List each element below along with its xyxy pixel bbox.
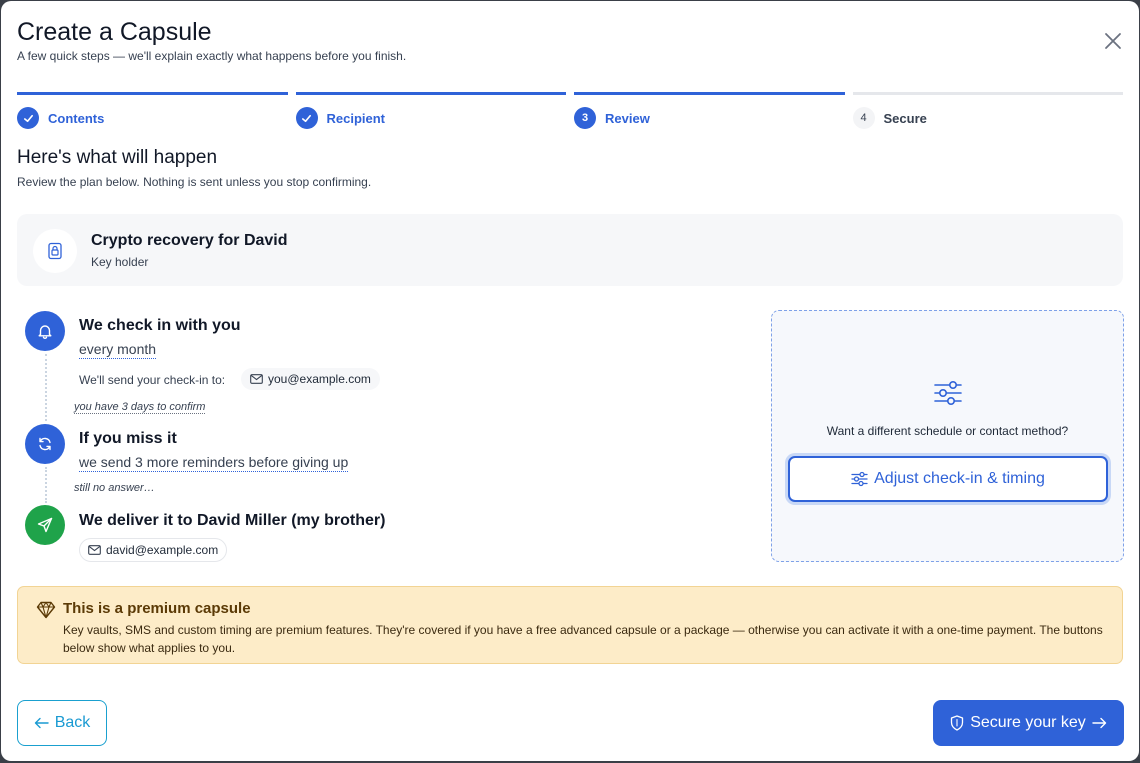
step-label: Review [605,110,650,126]
capsule-summary-card: Crypto recovery for David Key holder [17,214,1123,286]
recipient-email: david@example.com [106,543,219,557]
deliver-title: We deliver it to David Miller (my brothe… [79,512,386,529]
miss-reminders[interactable]: we send 3 more reminders before giving u… [79,454,349,472]
recipient-email-chip: david@example.com [79,538,228,562]
bell-icon [25,311,65,351]
adjust-button-label: Adjust check-in & timing [874,470,1045,487]
step-recipient[interactable]: Recipient [295,92,566,129]
stepper: Contents Recipient 3 Review 4 Secure [17,92,1123,129]
refresh-icon [25,424,65,464]
premium-body: Key vaults, SMS and custom timing are pr… [63,623,1103,655]
capsule-role: Key holder [91,255,149,269]
secure-button-label: Secure your key [970,714,1086,731]
mail-icon [250,374,263,384]
close-button[interactable] [1101,29,1125,53]
lock-icon [33,229,77,273]
step-label: Secure [883,110,927,126]
mail-icon [88,545,101,555]
modal-subtitle: A few quick steps — we'll explain exactl… [17,49,407,63]
step-review[interactable]: 3 Review [574,92,845,129]
diamond-icon [36,601,56,619]
step-label: Recipient [326,110,386,126]
sliders-icon [851,471,868,487]
step-secure[interactable]: 4 Secure [852,92,1123,129]
back-button[interactable]: Back [17,700,107,746]
miss-title: If you miss it [79,430,177,447]
arrow-left-icon [34,717,49,729]
checkin-title: We check in with you [79,317,241,334]
send-icon [25,505,65,545]
adjust-checkin-button[interactable]: Adjust check-in & timing [788,456,1108,502]
timeline-connector [45,354,47,421]
checkin-email-chip: you@example.com [241,368,380,390]
create-capsule-modal: Create a Capsule A few quick steps — we'… [1,1,1139,761]
arrow-right-icon [1092,717,1106,729]
step-number: 3 [574,107,596,129]
section-subtitle: Review the plan below. Nothing is sent u… [17,175,372,189]
check-icon [295,107,318,129]
premium-notice: This is a premium capsule Key vaults, SM… [17,586,1123,664]
back-button-label: Back [54,714,91,731]
timeline-connector [45,467,47,503]
check-icon [17,107,39,129]
sliders-icon [934,380,962,405]
checkin-email: you@example.com [268,372,371,386]
adjust-panel: Want a different schedule or contact met… [771,310,1124,562]
step-label: Contents [48,110,105,126]
shield-icon [951,715,964,731]
confirm-window-note: you have 3 days to confirm [74,401,206,414]
adjust-prompt: Want a different schedule or contact met… [826,424,1069,438]
checkin-send-label: We'll send your check-in to: [79,373,226,387]
capsule-name: Crypto recovery for David [91,232,288,249]
checkin-frequency[interactable]: every month [79,341,157,359]
no-answer-note: still no answer… [74,482,155,494]
section-title: Here's what will happen [17,147,218,168]
step-number: 4 [852,107,875,129]
secure-key-button[interactable]: Secure your key [933,700,1124,746]
premium-title: This is a premium capsule [63,600,251,617]
close-icon [1105,33,1121,49]
step-contents[interactable]: Contents [17,92,288,129]
modal-title: Create a Capsule [17,18,212,46]
